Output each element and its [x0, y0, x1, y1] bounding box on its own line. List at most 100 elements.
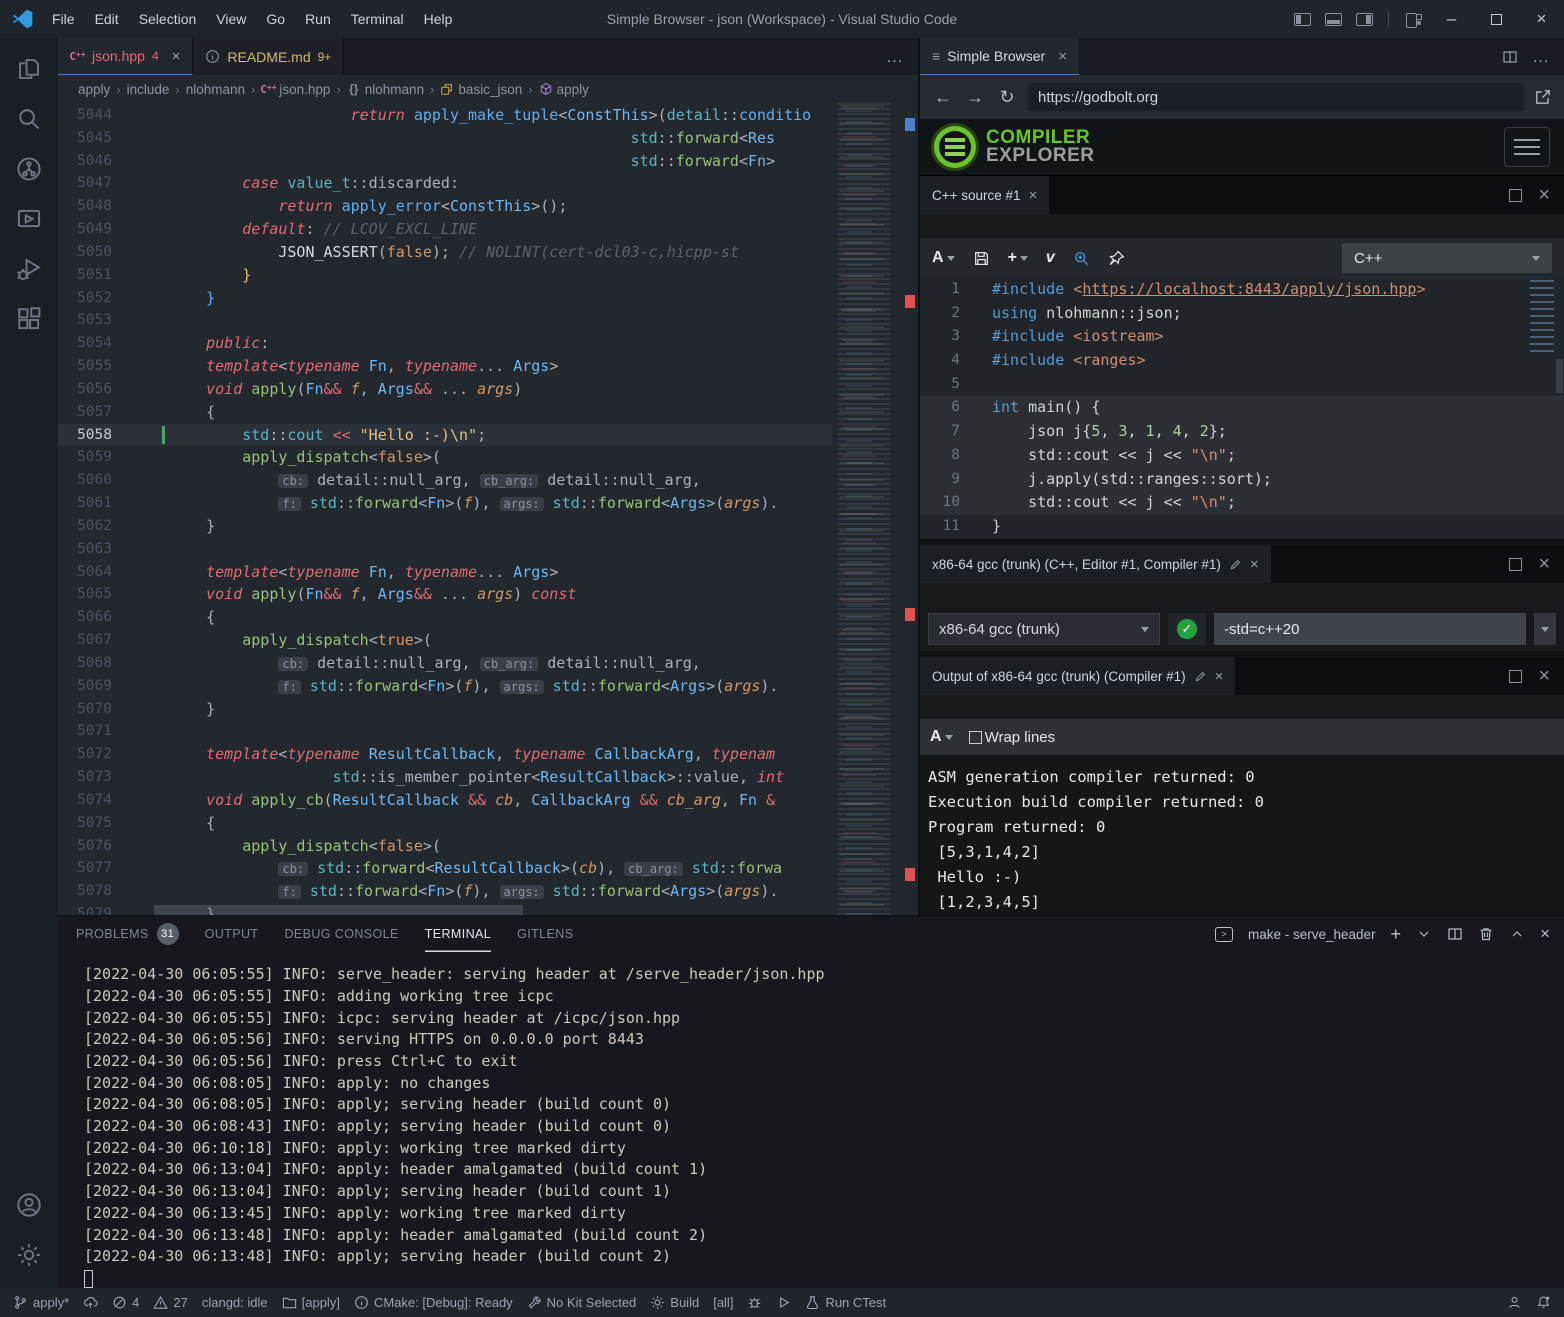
- panel-tab-gitlens[interactable]: GITLENS: [517, 916, 573, 952]
- menu-view[interactable]: View: [206, 0, 256, 38]
- breadcrumb-item-include[interactable]: include: [127, 82, 170, 97]
- toggle-secondary-sidebar-icon[interactable]: [1356, 13, 1373, 26]
- close-panel-icon[interactable]: ×: [1540, 924, 1550, 944]
- status-bell[interactable]: [1529, 1295, 1558, 1310]
- maximize-button[interactable]: [1474, 0, 1519, 38]
- flags-dropdown-button[interactable]: [1534, 613, 1556, 645]
- zoom-icon[interactable]: [1073, 250, 1090, 267]
- rename-pane-icon[interactable]: [1194, 670, 1207, 683]
- forward-icon[interactable]: →: [964, 87, 986, 108]
- close-tab-icon[interactable]: ×: [1058, 48, 1067, 65]
- split-editor-icon[interactable]: [1502, 49, 1518, 65]
- tab-json.hpp[interactable]: C++json.hpp4×: [58, 38, 193, 75]
- customize-layout-icon[interactable]: [1404, 13, 1422, 26]
- close-pane-icon[interactable]: ×: [1250, 556, 1259, 573]
- open-external-icon[interactable]: [1534, 88, 1552, 106]
- status-27[interactable]: 27: [146, 1288, 194, 1317]
- hamburger-menu-icon[interactable]: [1504, 127, 1550, 167]
- new-terminal-icon[interactable]: +: [1391, 924, 1402, 945]
- breadcrumb-item-nlohmann[interactable]: nlohmann: [186, 82, 245, 97]
- menu-go[interactable]: Go: [256, 0, 295, 38]
- back-icon[interactable]: ←: [932, 87, 954, 108]
- reload-icon[interactable]: ↻: [996, 87, 1018, 108]
- status-no-kit-selected[interactable]: No Kit Selected: [520, 1288, 644, 1317]
- menu-help[interactable]: Help: [414, 0, 463, 38]
- status--all-[interactable]: [all]: [706, 1288, 740, 1317]
- maximize-panel-icon[interactable]: [1509, 926, 1525, 942]
- status-play[interactable]: [769, 1288, 798, 1317]
- overview-ruler[interactable]: [902, 103, 918, 915]
- breadcrumb-item-apply[interactable]: apply: [539, 82, 589, 97]
- terminal-title[interactable]: make - serve_header: [1248, 927, 1376, 942]
- close-tab-icon[interactable]: ×: [172, 48, 181, 65]
- panel-tab-debug-console[interactable]: DEBUG CONSOLE: [284, 916, 398, 952]
- sidebar-item-explorer[interactable]: [5, 44, 53, 94]
- vim-mode-icon[interactable]: v: [1046, 249, 1055, 267]
- menu-file[interactable]: File: [42, 0, 85, 38]
- close-pane-icon[interactable]: ×: [1215, 668, 1224, 685]
- minimize-button[interactable]: –: [1429, 0, 1474, 38]
- status-run-ctest[interactable]: Run CTest: [798, 1288, 893, 1317]
- status-feedback[interactable]: [1500, 1295, 1529, 1310]
- menu-selection[interactable]: Selection: [129, 0, 207, 38]
- compiler-select[interactable]: x86-64 gcc (trunk): [928, 613, 1160, 645]
- ce-source-tab[interactable]: C++ source #1 ×: [920, 176, 1049, 214]
- breadcrumb-item-json.hpp[interactable]: C++json.hpp: [261, 82, 330, 97]
- toggle-primary-sidebar-icon[interactable]: [1294, 13, 1311, 26]
- breadcrumb-item-basic_json[interactable]: basic_json: [440, 82, 522, 97]
- rename-pane-icon[interactable]: [1229, 558, 1242, 571]
- sidebar-item-run-and-debug[interactable]: [5, 244, 53, 294]
- maximize-pane-icon[interactable]: [1509, 670, 1522, 683]
- ce-source-editor[interactable]: 1#include <https://localhost:8443/apply/…: [920, 278, 1564, 539]
- status--apply-[interactable]: [apply]: [275, 1288, 347, 1317]
- status-build[interactable]: Build: [643, 1288, 706, 1317]
- close-pane-icon[interactable]: ×: [1538, 184, 1550, 207]
- language-select[interactable]: C++: [1342, 243, 1552, 273]
- menu-terminal[interactable]: Terminal: [341, 0, 414, 38]
- breadcrumb[interactable]: apply›include›nlohmann›C++json.hpp›{}nlo…: [58, 75, 918, 103]
- sidebar-item-accounts[interactable]: [5, 1180, 53, 1230]
- terminal-dropdown-icon[interactable]: [1416, 926, 1432, 942]
- breadcrumb-item-apply[interactable]: apply: [78, 82, 110, 97]
- kill-terminal-icon[interactable]: [1478, 926, 1494, 942]
- horizontal-scrollbar[interactable]: [154, 905, 832, 915]
- wrap-lines-checkbox[interactable]: Wrap lines: [969, 729, 1056, 746]
- toggle-panel-icon[interactable]: [1325, 13, 1342, 26]
- tab-simple-browser[interactable]: ≡ Simple Browser ×: [920, 38, 1080, 75]
- breadcrumb-item-nlohmann[interactable]: {}nlohmann: [347, 82, 424, 97]
- maximize-pane-icon[interactable]: [1509, 189, 1522, 202]
- status-apply-[interactable]: apply*: [6, 1288, 76, 1317]
- minimap[interactable]: [832, 103, 902, 915]
- ce-compiler-tab[interactable]: x86-64 gcc (trunk) (C++, Editor #1, Comp…: [920, 545, 1271, 583]
- save-icon[interactable]: [973, 250, 990, 267]
- terminal-content[interactable]: [2022-04-30 06:05:55] INFO: serve_header…: [58, 952, 1564, 1288]
- split-terminal-icon[interactable]: [1447, 926, 1463, 942]
- compile-status-button[interactable]: ✓: [1168, 613, 1206, 645]
- menu-run[interactable]: Run: [295, 0, 341, 38]
- code-editor[interactable]: 5044 return apply_make_tuple<ConstThis>(…: [58, 103, 918, 915]
- sidebar-item-extensions[interactable]: [5, 294, 53, 344]
- status-4[interactable]: 4: [105, 1288, 146, 1317]
- more-actions-icon[interactable]: …: [886, 47, 904, 67]
- sidebar-item-cmake-tools[interactable]: [5, 194, 53, 244]
- status-cloud-up[interactable]: [76, 1288, 105, 1317]
- sidebar-item-settings[interactable]: [5, 1230, 53, 1280]
- status-clangd-idle[interactable]: clangd: idle: [195, 1288, 275, 1317]
- ce-output-tab[interactable]: Output of x86-64 gcc (trunk) (Compiler #…: [920, 657, 1235, 695]
- panel-tab-output[interactable]: OUTPUT: [205, 916, 259, 952]
- sidebar-item-source-control[interactable]: [5, 144, 53, 194]
- compiler-flags-input[interactable]: -std=c++20: [1214, 613, 1526, 645]
- font-size-button[interactable]: A: [932, 249, 955, 267]
- close-pane-icon[interactable]: ×: [1029, 187, 1038, 204]
- code-lines[interactable]: 5044 return apply_make_tuple<ConstThis>(…: [58, 104, 832, 915]
- tab-README.md[interactable]: README.md9+: [193, 38, 344, 75]
- status-cmake-debug-ready[interactable]: CMake: [Debug]: Ready: [347, 1288, 520, 1317]
- close-pane-icon[interactable]: ×: [1538, 553, 1550, 576]
- page-scrollbar-thumb[interactable]: [1556, 359, 1563, 393]
- sidebar-item-search[interactable]: [5, 94, 53, 144]
- url-input[interactable]: https://godbolt.org: [1028, 83, 1524, 111]
- more-actions-icon[interactable]: …: [1532, 47, 1550, 67]
- close-pane-icon[interactable]: ×: [1538, 665, 1550, 688]
- maximize-pane-icon[interactable]: [1509, 558, 1522, 571]
- close-button[interactable]: ×: [1519, 0, 1564, 38]
